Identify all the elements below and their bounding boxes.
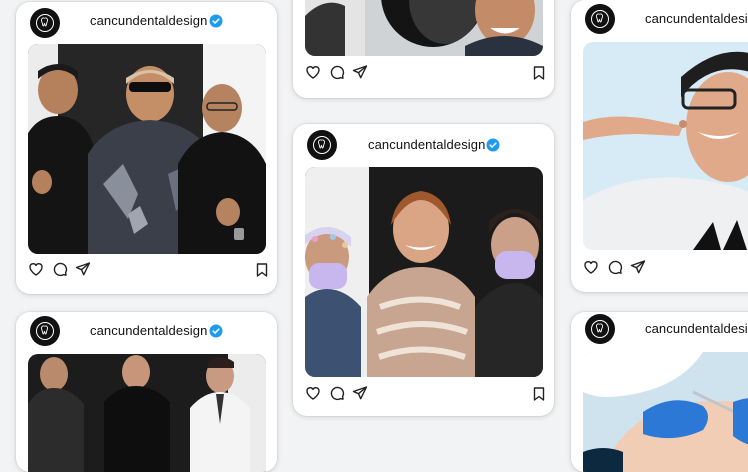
account-avatar[interactable] xyxy=(585,4,615,34)
account-avatar[interactable] xyxy=(30,316,60,346)
post-card: cancundentaldesign xyxy=(16,2,277,294)
photo-men-posing xyxy=(28,44,266,254)
post-card: cancundentaldesign xyxy=(293,124,554,416)
account-avatar[interactable] xyxy=(585,314,615,344)
post-card: cancundentaldesign xyxy=(16,312,277,472)
post-header: cancundentaldesign xyxy=(293,124,554,168)
tooth-logo-icon xyxy=(36,322,54,340)
share-icon[interactable] xyxy=(630,259,646,275)
photo-clinic-people xyxy=(305,0,543,56)
photo-woman-pointing xyxy=(583,42,748,250)
save-icon[interactable] xyxy=(254,262,270,278)
post-actions xyxy=(583,259,748,277)
post-photo[interactable] xyxy=(305,167,543,377)
account-avatar[interactable] xyxy=(307,130,337,160)
post-card xyxy=(293,0,554,98)
tooth-logo-icon xyxy=(591,320,609,338)
post-photo[interactable] xyxy=(28,44,266,254)
account-username[interactable]: cancundentaldesign xyxy=(90,323,207,338)
verified-icon xyxy=(486,138,500,152)
like-icon[interactable] xyxy=(583,259,599,275)
account-username[interactable]: cancundentaldesign xyxy=(368,137,485,152)
share-icon[interactable] xyxy=(75,261,91,277)
post-photo[interactable] xyxy=(28,354,266,472)
photo-patient-with-assistants xyxy=(305,167,543,377)
share-icon[interactable] xyxy=(352,64,368,80)
post-header: cancundentaldesign xyxy=(16,2,277,46)
post-actions xyxy=(305,64,545,82)
save-icon[interactable] xyxy=(531,65,547,81)
like-icon[interactable] xyxy=(305,385,321,401)
account-username[interactable]: cancundentaldesign xyxy=(90,13,207,28)
comment-icon[interactable] xyxy=(329,64,345,80)
post-photo[interactable] xyxy=(583,352,748,472)
post-actions xyxy=(305,385,545,403)
save-icon[interactable] xyxy=(531,386,547,402)
post-card: cancundentaldesign xyxy=(571,0,748,292)
post-header: cancundentaldesign xyxy=(571,0,748,44)
post-card: cancundentaldesign xyxy=(571,312,748,472)
account-username[interactable]: cancundentaldesign xyxy=(645,11,748,26)
comment-icon[interactable] xyxy=(52,261,68,277)
comment-icon[interactable] xyxy=(607,259,623,275)
share-icon[interactable] xyxy=(352,385,368,401)
verified-icon xyxy=(209,14,223,28)
tooth-logo-icon xyxy=(36,14,54,32)
account-username[interactable]: cancundentaldesign xyxy=(645,321,748,336)
photo-dentist-gloves xyxy=(583,352,748,472)
like-icon[interactable] xyxy=(28,261,44,277)
tooth-logo-icon xyxy=(313,136,331,154)
post-photo[interactable] xyxy=(305,0,543,56)
verified-icon xyxy=(209,324,223,338)
post-actions xyxy=(28,261,268,279)
like-icon[interactable] xyxy=(305,64,321,80)
post-header: cancundentaldesign xyxy=(571,312,748,356)
comment-icon[interactable] xyxy=(329,385,345,401)
post-photo[interactable] xyxy=(583,42,748,250)
post-header: cancundentaldesign xyxy=(16,312,277,356)
account-avatar[interactable] xyxy=(30,8,60,38)
photo-team-seated xyxy=(28,354,266,472)
tooth-logo-icon xyxy=(591,10,609,28)
